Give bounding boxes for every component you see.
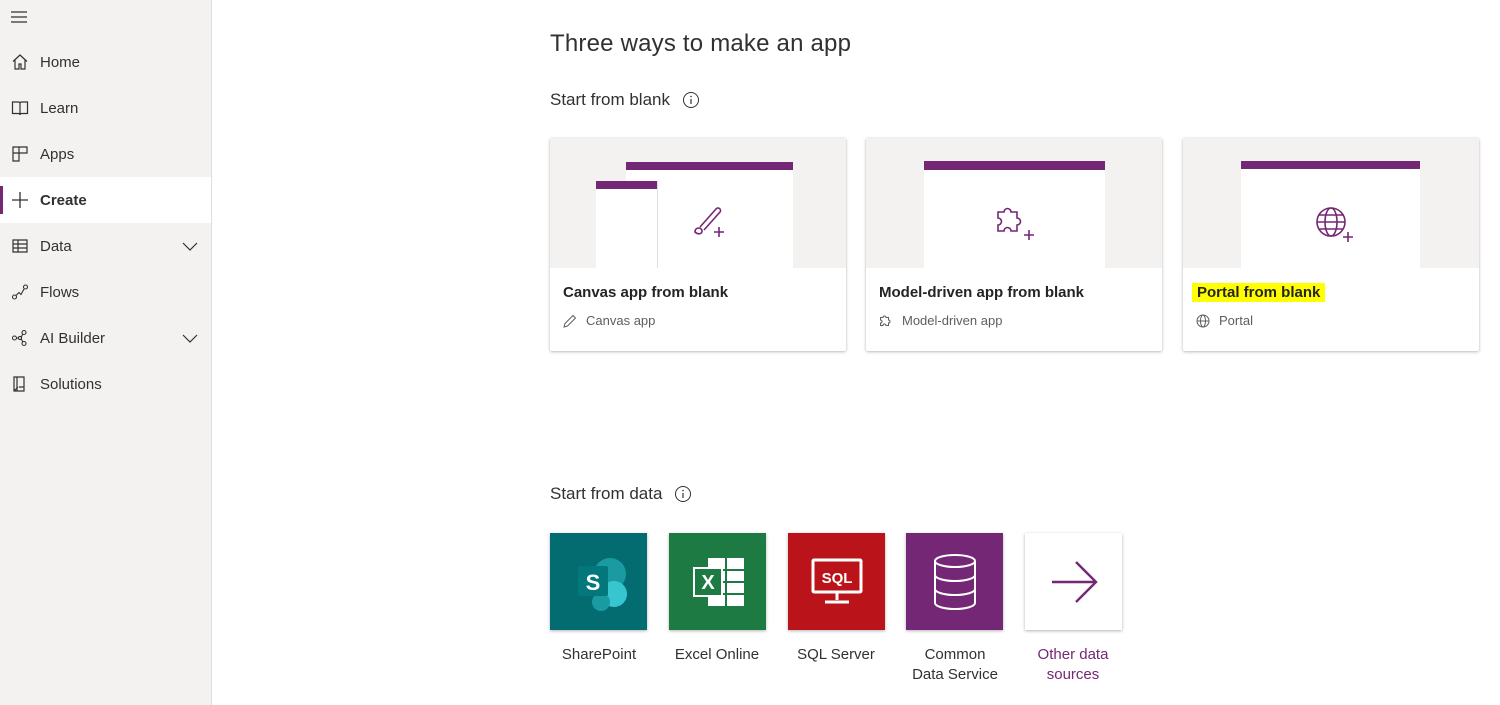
common-data-service-label-line1: Common bbox=[924, 646, 986, 663]
flow-icon bbox=[10, 282, 30, 302]
canvas-app-title: Canvas app from blank bbox=[563, 284, 729, 301]
solutions-icon bbox=[10, 374, 30, 394]
sql-server-icon: SQL bbox=[811, 558, 862, 603]
common-data-service-label[interactable]: Common Data Service bbox=[895, 645, 1015, 685]
nav-item-learn[interactable]: Learn bbox=[0, 85, 211, 131]
ai-builder-icon bbox=[10, 328, 30, 348]
portal-subtitle-text: Portal bbox=[1219, 313, 1253, 328]
start-from-blank-heading: Start from blank bbox=[550, 90, 700, 110]
other-data-sources-tile[interactable] bbox=[1025, 533, 1122, 630]
pencil-icon bbox=[563, 314, 577, 328]
arrow-right-icon bbox=[1051, 560, 1098, 603]
home-icon bbox=[10, 52, 30, 72]
other-data-sources-label-line2: sources bbox=[1046, 666, 1100, 683]
portal-subtitle: Portal bbox=[1196, 313, 1253, 328]
excel-online-tile[interactable]: X bbox=[669, 533, 766, 630]
nav-item-home[interactable]: Home bbox=[0, 39, 211, 85]
info-icon[interactable] bbox=[682, 91, 700, 109]
model-driven-app-title: Model-driven app from blank bbox=[879, 284, 1085, 301]
model-driven-app-subtitle-text: Model-driven app bbox=[902, 313, 1003, 328]
sharepoint-tile[interactable]: S bbox=[550, 533, 647, 630]
canvas-app-subtitle: Canvas app bbox=[563, 313, 655, 328]
chevron-down-icon[interactable] bbox=[181, 237, 199, 255]
excel-online-label[interactable]: Excel Online bbox=[657, 645, 777, 665]
pencil-plus-icon bbox=[690, 202, 728, 245]
model-driven-app-thumbnail bbox=[866, 138, 1162, 268]
svg-text:SQL: SQL bbox=[821, 570, 852, 587]
section-title-data: Start from data bbox=[550, 484, 663, 503]
table-icon bbox=[10, 236, 30, 256]
nav-label-learn: Learn bbox=[40, 99, 79, 117]
nav-item-create[interactable]: Create bbox=[0, 177, 211, 223]
svg-text:X: X bbox=[701, 572, 715, 594]
nav-label-home: Home bbox=[40, 53, 81, 71]
other-data-sources-label[interactable]: Other data sources bbox=[1013, 645, 1133, 685]
sql-server-tile[interactable]: SQL bbox=[788, 533, 885, 630]
section-title-blank: Start from blank bbox=[550, 90, 670, 109]
common-data-service-label-line2: Data Service bbox=[912, 666, 998, 683]
hamburger-menu-icon[interactable] bbox=[10, 8, 28, 26]
sharepoint-icon: S bbox=[577, 557, 627, 611]
book-icon bbox=[10, 98, 30, 118]
canvas-app-card[interactable]: Canvas app from blank Canvas app bbox=[550, 138, 846, 351]
portal-card[interactable]: Portal from blank Portal bbox=[1183, 138, 1479, 351]
nav-item-solutions[interactable]: Solutions bbox=[0, 361, 211, 407]
canvas-app-thumbnail bbox=[550, 138, 846, 268]
left-navigation: Home Learn Apps Create Data Flows AI Bui… bbox=[0, 0, 212, 705]
nav-item-apps[interactable]: Apps bbox=[0, 131, 211, 177]
sharepoint-label[interactable]: SharePoint bbox=[539, 645, 659, 665]
portal-title: Portal from blank bbox=[1192, 283, 1326, 302]
puzzle-icon bbox=[880, 315, 891, 326]
nav-label-solutions: Solutions bbox=[40, 375, 102, 393]
nav-label-ai-builder: AI Builder bbox=[40, 329, 106, 347]
nav-label-apps: Apps bbox=[40, 145, 75, 163]
sql-server-label[interactable]: SQL Server bbox=[776, 645, 896, 665]
nav-item-flows[interactable]: Flows bbox=[0, 269, 211, 315]
chevron-down-icon[interactable] bbox=[181, 329, 199, 347]
plus-icon bbox=[10, 190, 30, 210]
info-icon[interactable] bbox=[674, 485, 692, 503]
model-driven-app-subtitle: Model-driven app bbox=[879, 313, 1002, 328]
nav-item-data[interactable]: Data bbox=[0, 223, 211, 269]
other-data-sources-label-line1: Other data bbox=[1037, 646, 1109, 663]
nav-label-data: Data bbox=[40, 237, 72, 255]
apps-icon bbox=[10, 144, 30, 164]
excel-icon: X bbox=[692, 557, 744, 606]
nav-label-create: Create bbox=[40, 191, 87, 209]
puzzle-plus-icon bbox=[992, 202, 1040, 247]
start-from-data-heading: Start from data bbox=[550, 484, 692, 504]
globe-plus-icon bbox=[1313, 204, 1355, 249]
svg-text:S: S bbox=[585, 570, 600, 595]
portal-thumbnail bbox=[1183, 138, 1479, 268]
canvas-app-subtitle-text: Canvas app bbox=[586, 313, 656, 328]
portal-title-highlighted: Portal from blank bbox=[1192, 283, 1326, 302]
page-title: Three ways to make an app bbox=[550, 30, 852, 57]
nav-label-flows: Flows bbox=[40, 283, 80, 301]
model-driven-app-card[interactable]: Model-driven app from blank Model-driven… bbox=[866, 138, 1162, 351]
globe-icon bbox=[1196, 314, 1210, 327]
database-icon bbox=[933, 553, 976, 610]
common-data-service-tile[interactable] bbox=[906, 533, 1003, 630]
nav-item-ai-builder[interactable]: AI Builder bbox=[0, 315, 211, 361]
